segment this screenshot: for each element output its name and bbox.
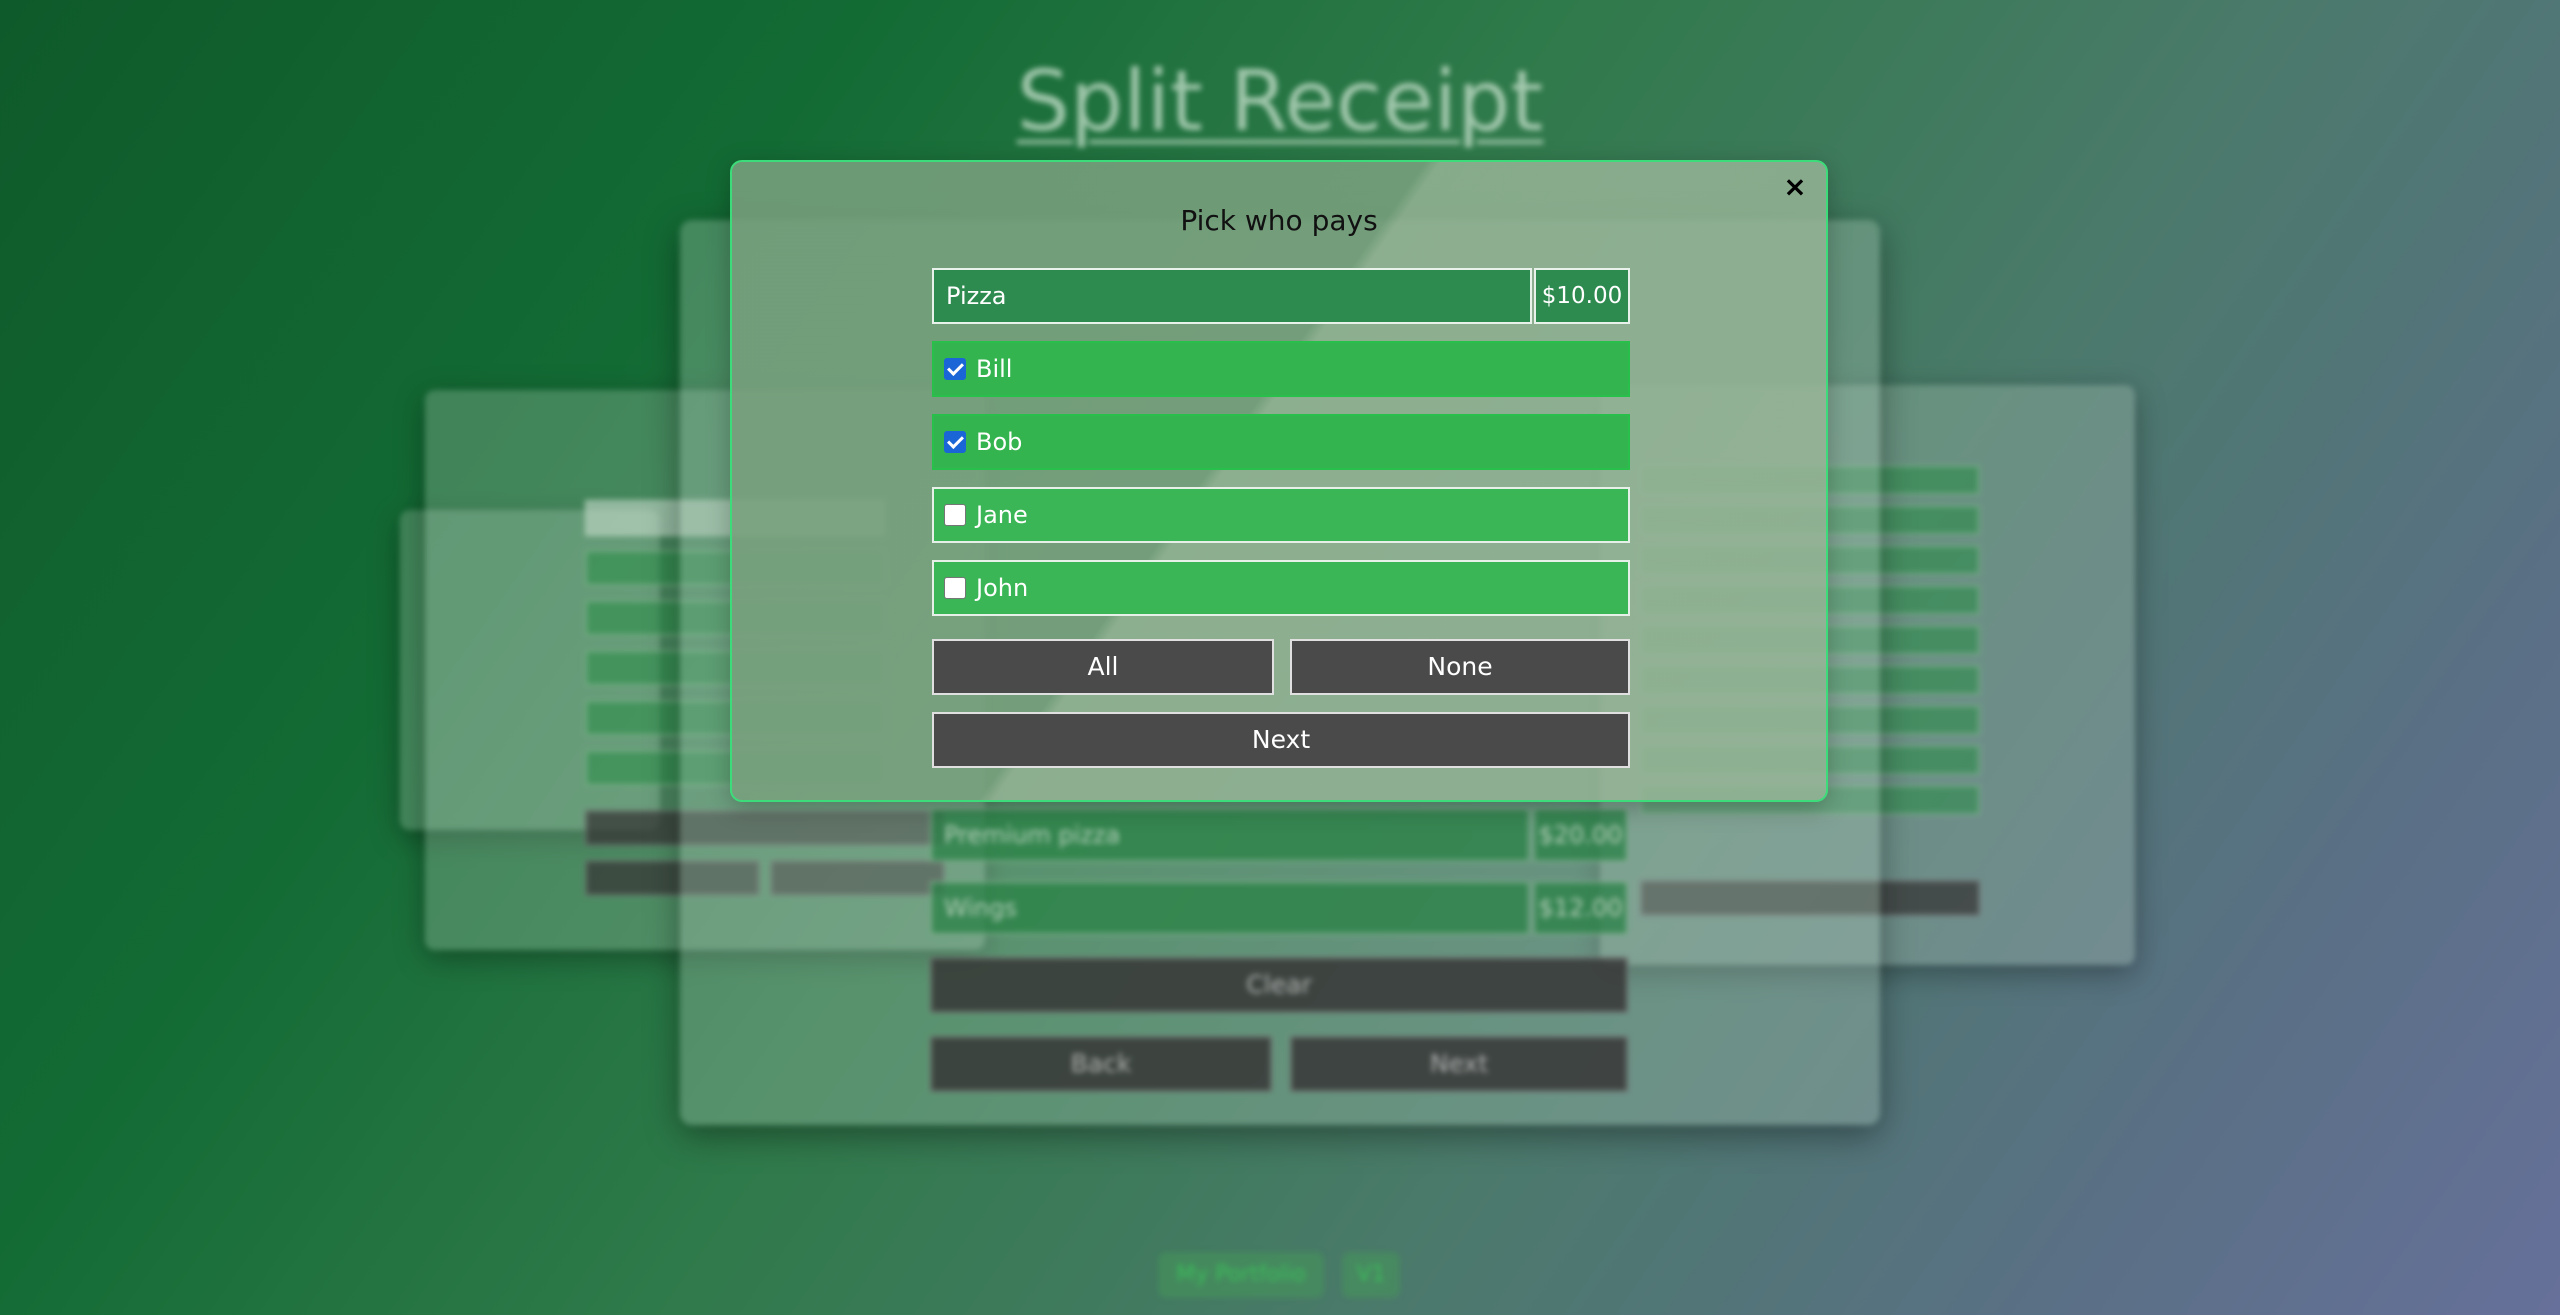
version-badge[interactable]: V1 xyxy=(1342,1252,1400,1298)
checkbox-checked-icon[interactable] xyxy=(944,431,966,453)
back-button[interactable]: Back xyxy=(930,1036,1272,1092)
my-portfolio-link[interactable]: My Portfolio xyxy=(1158,1252,1324,1298)
checkbox-unchecked-icon[interactable] xyxy=(944,504,966,526)
select-none-button[interactable]: None xyxy=(1290,639,1630,695)
close-icon[interactable]: × xyxy=(1780,172,1810,202)
person-row-jane[interactable]: Jane xyxy=(932,487,1630,543)
background-next-button[interactable]: Next xyxy=(1290,1036,1628,1092)
receipt-item-name: Premium pizza xyxy=(930,808,1530,862)
modal-title: Pick who pays xyxy=(1180,204,1378,237)
checkbox-unchecked-icon[interactable] xyxy=(944,577,966,599)
page-title: Split Receipt xyxy=(1016,52,1544,150)
receipt-item-price: $12.00 xyxy=(1533,881,1628,935)
person-row-bob[interactable]: Bob xyxy=(932,414,1630,470)
checkbox-checked-icon[interactable] xyxy=(944,358,966,380)
person-row-john[interactable]: John xyxy=(932,560,1630,616)
receipt-item-price: $20.00 xyxy=(1533,808,1628,862)
pick-payer-modal: × Pick who pays Pizza $10.00 Bill Bob Ja… xyxy=(730,160,1828,802)
person-name: John xyxy=(976,574,1029,602)
modal-next-button[interactable]: Next xyxy=(932,712,1630,768)
item-price-field: $10.00 xyxy=(1534,268,1630,324)
person-name: Jane xyxy=(976,501,1028,529)
clear-button[interactable]: Clear xyxy=(930,957,1628,1013)
person-name: Bill xyxy=(976,355,1013,383)
receipt-item-name: Wings xyxy=(930,881,1530,935)
person-row-bill[interactable]: Bill xyxy=(932,341,1630,397)
person-name: Bob xyxy=(976,428,1023,456)
item-name-field: Pizza xyxy=(932,268,1532,324)
select-all-button[interactable]: All xyxy=(932,639,1274,695)
